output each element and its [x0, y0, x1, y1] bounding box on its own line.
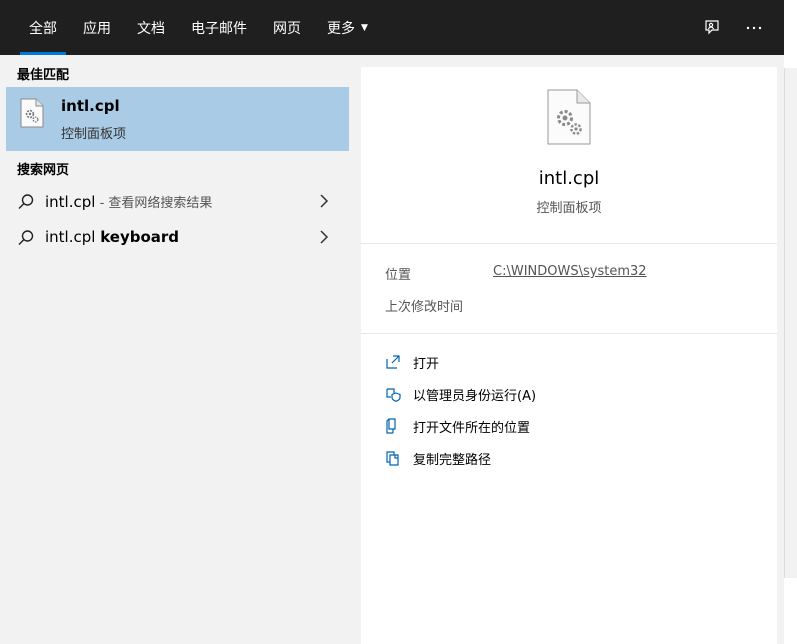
action-open[interactable]: 打开 — [385, 350, 439, 374]
desktop-background-right — [784, 0, 797, 644]
detail-type: 控制面板项 — [536, 201, 602, 216]
filter-tabs: 全部 应用 文档 电子邮件 网页 更多 ▼ — [16, 0, 381, 55]
caret-down-icon: ▼ — [361, 22, 368, 33]
tab-apps[interactable]: 应用 — [70, 0, 124, 55]
web-query-suggestion: keyboard — [100, 228, 180, 246]
results-list: 最佳匹配 intl.cpl 控制面板项 搜索网页 intl.cpl - 查看网络… — [6, 55, 349, 644]
tab-all[interactable]: 全部 — [16, 0, 70, 55]
search-filter-bar: 全部 应用 文档 电子邮件 网页 更多 ▼ — [0, 0, 784, 55]
tab-documents[interactable]: 文档 — [124, 0, 178, 55]
divider — [361, 333, 777, 334]
file-location-icon — [385, 418, 401, 434]
best-match-name: intl.cpl — [61, 97, 120, 115]
open-icon — [385, 354, 401, 370]
web-query: intl.cpl — [45, 192, 96, 211]
detail-pane: intl.cpl 控制面板项 位置 C:\WINDOWS\system32 上次… — [361, 67, 777, 644]
web-search-heading: 搜索网页 — [17, 163, 70, 178]
web-search-item[interactable]: intl.cpl - 查看网络搜索结果 — [6, 183, 349, 219]
search-icon — [17, 193, 35, 215]
feedback-icon[interactable] — [702, 18, 722, 38]
background-window-scrollbar — [784, 68, 797, 578]
location-link[interactable]: C:\WINDOWS\system32 — [493, 264, 647, 279]
search-icon — [17, 229, 35, 251]
best-match-item[interactable]: intl.cpl 控制面板项 — [6, 87, 349, 151]
best-match-heading: 最佳匹配 — [17, 68, 70, 83]
tab-email[interactable]: 电子邮件 — [178, 0, 260, 55]
copy-icon — [385, 450, 401, 466]
web-search-item[interactable]: intl.cpl keyboard — [6, 219, 349, 255]
detail-name: intl.cpl — [538, 168, 600, 189]
settings-file-icon — [20, 98, 44, 132]
web-query: intl.cpl — [45, 228, 101, 246]
settings-file-icon — [547, 89, 591, 149]
chevron-right-icon[interactable] — [318, 193, 330, 213]
start-search-panel: 全部 应用 文档 电子邮件 网页 更多 ▼ 最佳匹配 intl.cpl 控制面板… — [0, 0, 784, 644]
action-copy-full-path[interactable]: 复制完整路径 — [385, 446, 491, 470]
tab-more[interactable]: 更多 ▼ — [314, 0, 381, 55]
shield-icon — [385, 386, 401, 402]
chevron-right-icon[interactable] — [318, 229, 330, 249]
tab-web[interactable]: 网页 — [260, 0, 314, 55]
more-options-icon[interactable] — [744, 18, 764, 38]
best-match-type: 控制面板项 — [61, 127, 127, 142]
action-open-file-location[interactable]: 打开文件所在的位置 — [385, 414, 530, 438]
web-query-hint: - 查看网络搜索结果 — [95, 195, 213, 211]
divider — [361, 243, 777, 244]
modified-label: 上次修改时间 — [385, 300, 464, 315]
location-label: 位置 — [385, 268, 412, 283]
action-run-as-admin[interactable]: 以管理员身份运行(A) — [385, 382, 536, 406]
